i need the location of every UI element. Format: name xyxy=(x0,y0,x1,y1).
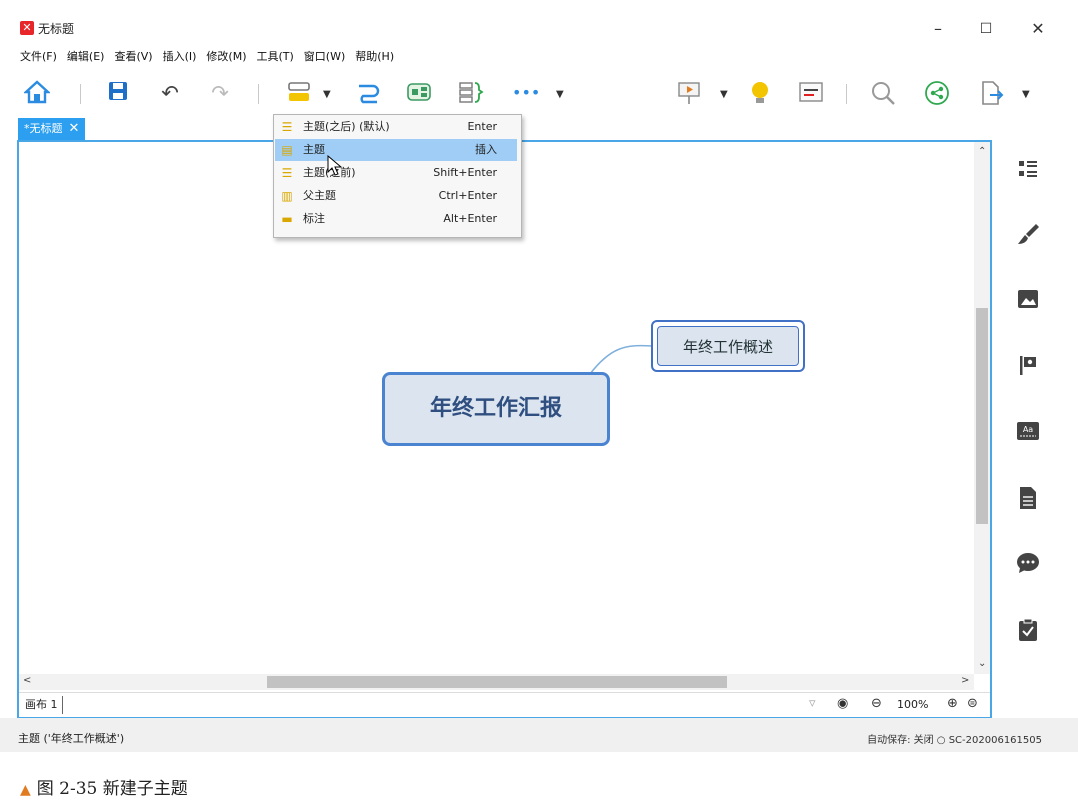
fit-map-icon[interactable]: ⊜ xyxy=(967,696,978,711)
image-icon[interactable] xyxy=(1014,288,1042,316)
mouse-cursor-icon xyxy=(327,155,343,176)
comment-icon[interactable] xyxy=(1014,552,1042,580)
menu-item-topic-before[interactable]: ☰ 主题(之前) Shift+Enter xyxy=(275,162,517,184)
zoom-out-icon[interactable]: ⊖ xyxy=(871,696,882,711)
notes-document-icon[interactable] xyxy=(1014,486,1042,514)
subtopic-label: 年终工作概述 xyxy=(657,326,799,366)
caption-marker-icon: ▲ xyxy=(20,782,31,798)
menu-item-topic-after[interactable]: ☰ 主题(之后) (默认) Enter xyxy=(275,116,517,138)
caption-text: 图 2-35 新建子主题 xyxy=(36,779,188,799)
insert-topic-menu: ☰ 主题(之后) (默认) Enter ▤ 主题 插入 ☰ 主题(之前) Shi… xyxy=(273,114,522,238)
topic-before-icon: ☰ xyxy=(281,166,293,180)
callout-icon: ▬ xyxy=(281,212,293,226)
parent-topic-icon: ▥ xyxy=(281,189,293,203)
filter-icon[interactable]: ▿ xyxy=(809,696,816,711)
subtopic-icon: ▤ xyxy=(281,143,293,157)
format-brush-icon[interactable] xyxy=(1014,222,1042,250)
eye-icon[interactable]: ◉ xyxy=(837,696,848,711)
menu-item-callout[interactable]: ▬ 标注 Alt+Enter xyxy=(275,208,517,230)
marker-flag-icon[interactable] xyxy=(1014,354,1042,382)
svg-text:Aa: Aa xyxy=(1023,425,1033,434)
menu-item-subtopic[interactable]: ▤ 主题 插入 xyxy=(275,139,517,161)
figure-caption: ▲ 图 2-35 新建子主题 xyxy=(20,774,188,799)
sheet-tab-1[interactable]: 画布 1 xyxy=(21,696,63,714)
status-autosave: 自动保存: 关闭 ○ SC-202006161505 xyxy=(867,735,1042,746)
sheet-bar: 画布 1 ▿ ◉ ⊖ 100% ⊕ ⊜ xyxy=(19,692,990,717)
central-topic[interactable]: 年终工作汇报 xyxy=(382,372,610,446)
zoom-level: 100% xyxy=(897,698,929,711)
menu-item-parent-topic[interactable]: ▥ 父主题 Ctrl+Enter xyxy=(275,185,517,207)
zoom-in-icon[interactable]: ⊕ xyxy=(947,696,958,711)
status-selection: 主题 ('年终工作概述') xyxy=(18,732,125,745)
right-panel: Aa xyxy=(1000,140,1060,700)
app-window: ✕ 无标题 – ☐ ✕ 文件(F) 编辑(E) 查看(V) 插入(I) 修改(M… xyxy=(0,0,1078,760)
topic-after-icon: ☰ xyxy=(281,120,293,134)
task-clipboard-icon[interactable] xyxy=(1014,618,1042,646)
subtopic-selected[interactable]: 年终工作概述 xyxy=(651,320,805,372)
status-bar: 主题 ('年终工作概述') 自动保存: 关闭 ○ SC-202006161505 xyxy=(0,718,1078,752)
outline-icon[interactable] xyxy=(1014,158,1042,186)
sticker-text-icon[interactable]: Aa xyxy=(1014,420,1042,448)
